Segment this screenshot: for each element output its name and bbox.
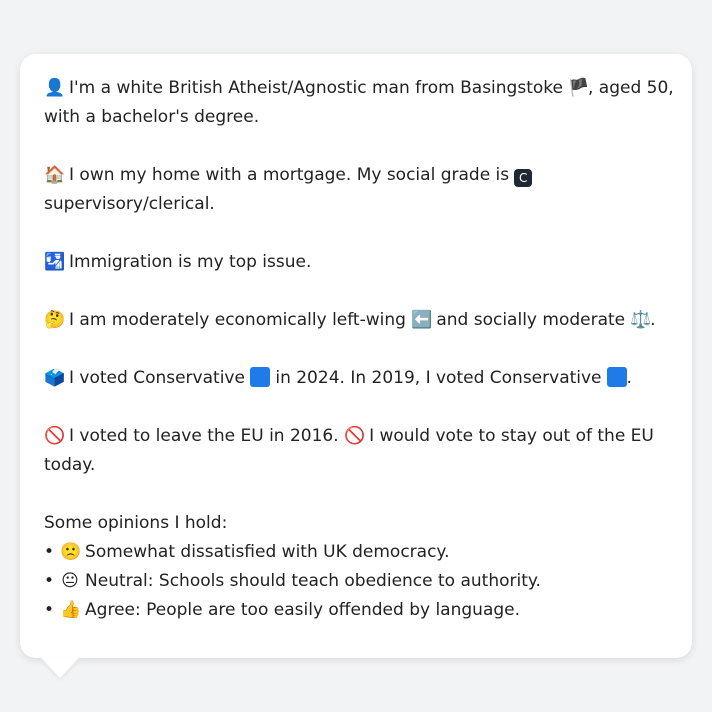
- left-arrow-icon: ⬅️: [410, 310, 433, 330]
- social-grade-badge: C: [514, 169, 533, 187]
- thinking-face-icon: 🤔: [44, 310, 66, 330]
- passport-control-icon: 🛂: [44, 252, 66, 272]
- opinion-text: Somewhat dissatisfied with UK democracy.: [85, 542, 450, 562]
- person-icon: 👤: [44, 78, 66, 98]
- message-bubble: 👤 I'm a white British Atheist/Agnostic ma…: [20, 54, 692, 658]
- vote-line: 🗳️ I voted Conservative in 2024. In 2019,…: [44, 364, 668, 393]
- vote-period: .: [626, 368, 632, 388]
- economic-text: I am moderately economically left-wing: [69, 310, 406, 330]
- eu-line-2: today.: [44, 451, 668, 480]
- opinion-text: Neutral: Schools should teach obedience …: [85, 571, 541, 591]
- education-text: with a bachelor's degree.: [44, 107, 260, 127]
- blue-square-icon: [606, 367, 627, 387]
- neutral-face-icon: 😐: [61, 571, 79, 591]
- age-text: , aged 50,: [587, 78, 674, 98]
- scales-icon: ⚖️: [630, 310, 652, 330]
- list-item: • 😐 Neutral: Schools should teach obedienc…: [44, 567, 668, 596]
- identity-line-1: 👤 I'm a white British Atheist/Agnostic ma…: [44, 74, 674, 103]
- social-grade-text: supervisory/clerical.: [44, 194, 215, 214]
- vote-2019-text: in 2024. In 2019, I voted Conservative: [275, 368, 602, 388]
- england-flag-icon: 🏴: [567, 78, 590, 98]
- bullet: •: [44, 571, 55, 591]
- list-item: • 🙁 Somewhat dissatisfied with UK democrac…: [44, 538, 668, 567]
- bubble-tail: [41, 658, 79, 678]
- issue-text: Immigration is my top issue.: [69, 252, 312, 272]
- home-line-1: 🏠 I own my home with a mortgage. My socia…: [44, 161, 668, 190]
- bullet: •: [44, 600, 55, 620]
- identity-text: I'm a white British Atheist/Agnostic man…: [69, 78, 563, 98]
- thumbs-up-icon: 👍: [60, 600, 82, 620]
- blue-square-icon: [249, 367, 270, 387]
- opinion-text: Agree: People are too easily offended by…: [85, 600, 521, 620]
- home-line-2: supervisory/clerical.: [44, 190, 668, 219]
- prohibited-icon: 🚫: [344, 426, 366, 446]
- eu-today-text: I would vote to stay out of the EU: [369, 426, 654, 446]
- ideology-period: .: [650, 310, 656, 330]
- house-icon: 🏠: [44, 165, 66, 185]
- issue-line: 🛂 Immigration is my top issue.: [44, 248, 668, 277]
- home-text: I own my home with a mortgage. My social…: [69, 165, 510, 185]
- ideology-line: 🤔 I am moderately economically left-wing ⬅…: [44, 306, 668, 335]
- slightly-frowning-face-icon: 🙁: [60, 542, 82, 562]
- eu-2016-text: I voted to leave the EU in 2016.: [69, 426, 339, 446]
- bullet: •: [44, 542, 55, 562]
- identity-line-2: with a bachelor's degree.: [44, 103, 668, 132]
- ballot-box-icon: 🗳️: [44, 368, 66, 388]
- list-item: • 👍 Agree: People are too easily offended …: [44, 596, 668, 625]
- opinions-heading: Some opinions I hold:: [44, 513, 228, 533]
- vote-2024-text: I voted Conservative: [69, 368, 245, 388]
- social-text: and socially moderate: [436, 310, 626, 330]
- eu-line-1: 🚫 I voted to leave the EU in 2016. 🚫 I wou…: [44, 422, 668, 451]
- prohibited-icon: 🚫: [44, 426, 66, 446]
- eu-today-text-end: today.: [44, 455, 96, 475]
